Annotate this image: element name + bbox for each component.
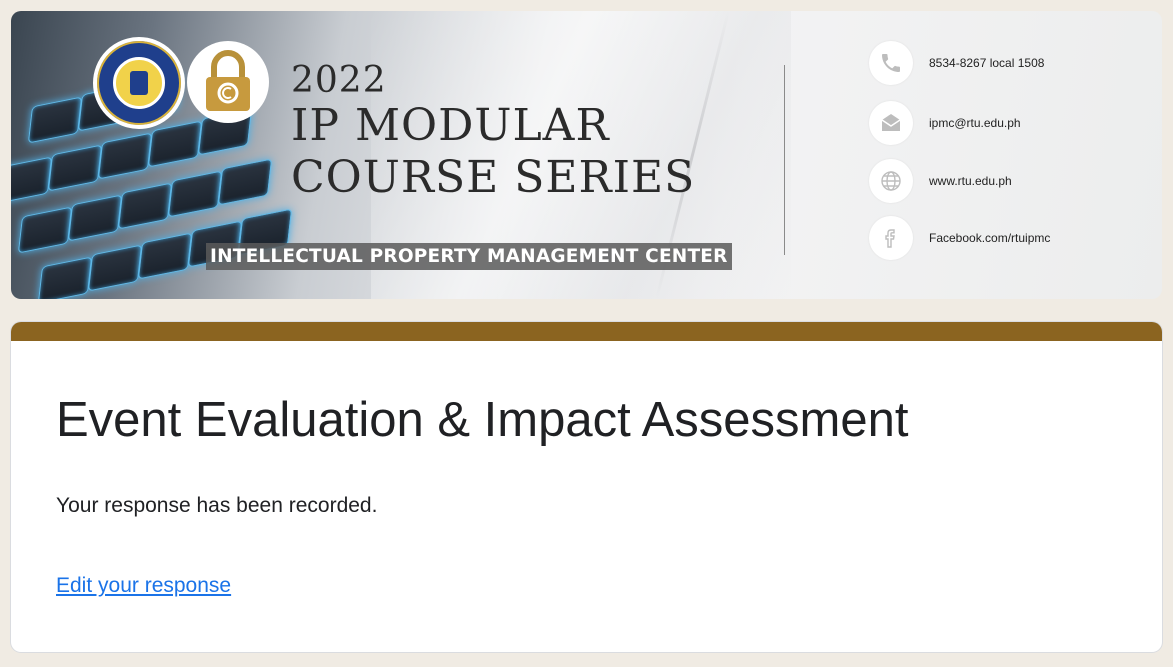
banner-title-line2: COURSE SERIES xyxy=(291,152,696,203)
phone-icon xyxy=(869,41,913,85)
contact-email-text: ipmc@rtu.edu.ph xyxy=(929,116,1021,130)
contact-phone: 8534-8267 local 1508 xyxy=(869,40,1044,86)
envelope-icon xyxy=(869,101,913,145)
banner-title-line1: IP MODULAR xyxy=(291,100,610,151)
banner-divider xyxy=(784,65,785,255)
globe-icon xyxy=(869,159,913,203)
card-accent-bar xyxy=(11,322,1162,341)
banner-year: 2022 xyxy=(291,60,387,101)
ipmc-lock-logo xyxy=(187,41,269,123)
center-name-strip: INTELLECTUAL PROPERTY MANAGEMENT CENTER xyxy=(206,243,732,270)
edit-response-link[interactable]: Edit your response xyxy=(56,574,231,598)
contact-website-text: www.rtu.edu.ph xyxy=(929,174,1012,188)
confirmation-message: Your response has been recorded. xyxy=(56,494,378,517)
contact-phone-text: 8534-8267 local 1508 xyxy=(929,56,1045,70)
contact-email: ipmc@rtu.edu.ph xyxy=(869,100,1021,146)
contact-facebook-text: Facebook.com/rtuipmc xyxy=(929,231,1051,245)
facebook-icon xyxy=(869,216,913,260)
header-banner: 2022 IP MODULAR COURSE SERIES INTELLECTU… xyxy=(11,11,1162,299)
university-seal-logo xyxy=(93,37,185,129)
contact-website: www.rtu.edu.ph xyxy=(869,158,1012,204)
response-card: Event Evaluation & Impact Assessment You… xyxy=(11,322,1162,652)
form-title: Event Evaluation & Impact Assessment xyxy=(56,393,909,447)
contact-facebook: Facebook.com/rtuipmc xyxy=(869,215,1050,261)
